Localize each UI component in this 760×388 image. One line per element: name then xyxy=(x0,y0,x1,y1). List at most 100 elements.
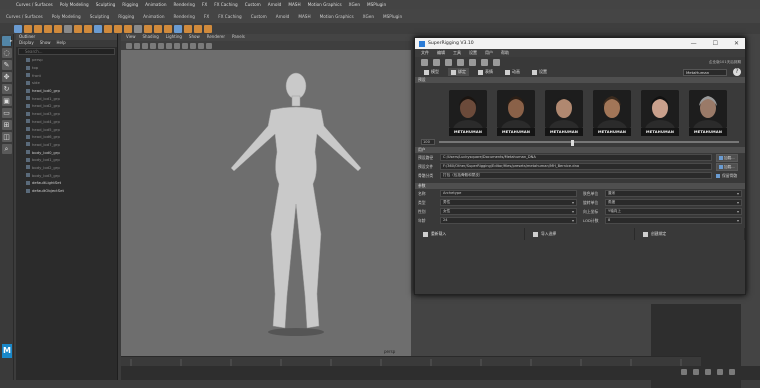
outliner-item[interactable]: head_lod7_grp xyxy=(16,141,117,149)
preset-card[interactable]: METAHUMAN xyxy=(449,90,487,136)
outliner-menu-display[interactable]: Display xyxy=(19,40,34,47)
shelf-tool-icon[interactable] xyxy=(64,24,72,33)
menubar-item[interactable]: Animation xyxy=(145,2,166,7)
outliner-item[interactable]: head_lod3_grp xyxy=(16,110,117,118)
keep-skeleton-checkbox[interactable]: 保留骨骼 xyxy=(716,173,737,179)
tab-model[interactable]: 模型 xyxy=(421,68,442,76)
shelf-tool-icon[interactable] xyxy=(154,24,162,33)
lasso-icon[interactable]: ◌ xyxy=(1,48,12,58)
outliner-item[interactable]: head_lod6_grp xyxy=(16,133,117,141)
shelf-tool-icon[interactable] xyxy=(144,24,152,33)
param-field[interactable]: Y轴向上 ▾ xyxy=(605,208,742,215)
shelf-tab[interactable]: Rendering xyxy=(172,13,197,20)
select-arrow-icon[interactable]: ➤ xyxy=(1,36,13,46)
menubar-item[interactable]: Custom xyxy=(245,2,261,7)
slider-thumb[interactable] xyxy=(571,140,574,146)
menubar-item[interactable]: Sculpting xyxy=(96,2,116,7)
go-end-icon[interactable] xyxy=(729,369,735,375)
pencil-icon[interactable] xyxy=(457,58,464,66)
help-icon[interactable]: ? xyxy=(733,68,741,76)
layout-quad-icon[interactable]: ⊞ xyxy=(1,120,12,130)
outliner-search-input[interactable]: Search... xyxy=(18,48,115,55)
go-start-icon[interactable] xyxy=(681,369,687,375)
param-field[interactable]: Archetype xyxy=(440,190,577,197)
dialog-menu-item[interactable]: 工具 xyxy=(453,50,461,56)
outliner-item[interactable]: head_lod4_grp xyxy=(16,118,117,126)
dialog-menu-item[interactable]: 编辑 xyxy=(437,50,445,56)
play-icon[interactable] xyxy=(705,369,711,375)
shelf-tab[interactable]: XGen xyxy=(361,13,376,20)
outliner-item[interactable]: head_lod5_grp xyxy=(16,125,117,133)
menubar-item[interactable]: MSPlugin xyxy=(367,2,386,7)
minimize-icon[interactable]: — xyxy=(691,40,697,47)
dialog-menu-item[interactable]: 用户 xyxy=(485,50,493,56)
outliner-item[interactable]: persp xyxy=(16,56,117,64)
preset-slider[interactable]: 100 xyxy=(421,139,741,146)
slider-value-field[interactable]: 100 xyxy=(421,139,435,145)
shelf-tool-icon[interactable] xyxy=(24,24,32,33)
shelf-tab[interactable]: Motion Graphics xyxy=(318,13,356,20)
maximize-icon[interactable]: ☐ xyxy=(713,40,718,47)
open-icon[interactable] xyxy=(433,58,440,66)
shelf-tool-icon[interactable] xyxy=(84,24,92,33)
shelf-tool-icon[interactable] xyxy=(94,24,102,33)
tab-animation[interactable]: 动画 xyxy=(502,68,523,76)
skeleton-dropdown[interactable]: 打包（包括骨骼和蒙皮） xyxy=(440,172,712,179)
scale-icon[interactable]: ▣ xyxy=(1,96,12,106)
shelf-tab[interactable]: Rigging xyxy=(116,13,136,20)
outliner-item[interactable]: body_lod0_grp xyxy=(16,148,117,156)
menubar-item[interactable]: MASH xyxy=(288,2,300,7)
preset-card[interactable]: METAHUMAN xyxy=(545,90,583,136)
shelf-tool-icon[interactable] xyxy=(54,24,62,33)
shelf-tool-icon[interactable] xyxy=(114,24,122,33)
param-field[interactable]: 角度 ▾ xyxy=(605,199,742,206)
dialog-menu-item[interactable]: 设置 xyxy=(469,50,477,56)
outliner-item[interactable]: head_lod1_grp xyxy=(16,94,117,102)
outliner-item[interactable]: body_lod1_grp xyxy=(16,156,117,164)
preset-card[interactable]: METAHUMAN xyxy=(593,90,631,136)
menubar-item[interactable]: FX Caching xyxy=(214,2,238,7)
preset-card[interactable]: METAHUMAN xyxy=(497,90,535,136)
timeline[interactable] xyxy=(121,356,701,366)
range-slider[interactable] xyxy=(121,366,760,380)
outliner-item[interactable]: head_lod2_grp xyxy=(16,102,117,110)
param-field[interactable]: 男性 ▾ xyxy=(440,199,577,206)
rotate-icon[interactable]: ↻ xyxy=(1,84,12,94)
shelf-tab[interactable]: FX xyxy=(202,13,211,20)
tab-settings[interactable]: 设置 xyxy=(529,68,550,76)
import-selection-button[interactable]: 导入选择 xyxy=(525,228,635,240)
paint-icon[interactable]: ✎ xyxy=(1,60,12,70)
param-field[interactable]: 女性 ▾ xyxy=(440,208,577,215)
dialog-menu-item[interactable]: 文件 xyxy=(421,50,429,56)
close-icon[interactable]: ✕ xyxy=(734,40,739,47)
create-rig-button[interactable]: 创建绑定 xyxy=(635,228,745,240)
load-file-button[interactable]: 加载... xyxy=(716,162,738,171)
shelf-tool-icon[interactable] xyxy=(164,24,172,33)
preset-card[interactable]: METAHUMAN xyxy=(689,90,727,136)
layout-single-icon[interactable]: ▭ xyxy=(1,108,12,118)
outliner-item[interactable]: body_lod2_grp xyxy=(16,164,117,172)
shelf-tool-icon[interactable] xyxy=(184,24,192,33)
menubar-item[interactable]: Curves / Surfaces xyxy=(16,2,53,7)
shelf-tab[interactable]: Arnold xyxy=(274,13,292,20)
reload-button[interactable]: 重新载入 xyxy=(415,228,525,240)
load-path-button[interactable]: 加载... xyxy=(716,153,738,162)
menubar-item[interactable]: Poly Modeling xyxy=(60,2,89,7)
step-forward-icon[interactable] xyxy=(717,369,723,375)
preset-type-dropdown[interactable]: MetaHuman xyxy=(683,68,727,76)
shelf-tool-icon[interactable] xyxy=(174,24,182,33)
menubar-item[interactable]: Rendering xyxy=(174,2,195,7)
param-field[interactable]: 24 ▾ xyxy=(440,217,577,224)
outliner-item[interactable]: front xyxy=(16,71,117,79)
outliner-item[interactable]: body_lod3_grp xyxy=(16,171,117,179)
move-icon[interactable]: ✥ xyxy=(1,72,12,82)
shelf-tab[interactable]: Poly Modeling xyxy=(50,13,83,20)
outliner-menu-help[interactable]: Help xyxy=(57,40,66,47)
step-back-icon[interactable] xyxy=(693,369,699,375)
shelf-tab[interactable]: Curves / Surfaces xyxy=(4,13,45,20)
copy-icon[interactable] xyxy=(493,58,500,66)
tool-icon[interactable] xyxy=(445,58,452,66)
shelf-tab[interactable]: MSPlugin xyxy=(381,13,404,20)
dialog-menu-item[interactable]: 帮助 xyxy=(501,50,509,56)
shelf-tab[interactable]: Custom xyxy=(249,13,269,20)
